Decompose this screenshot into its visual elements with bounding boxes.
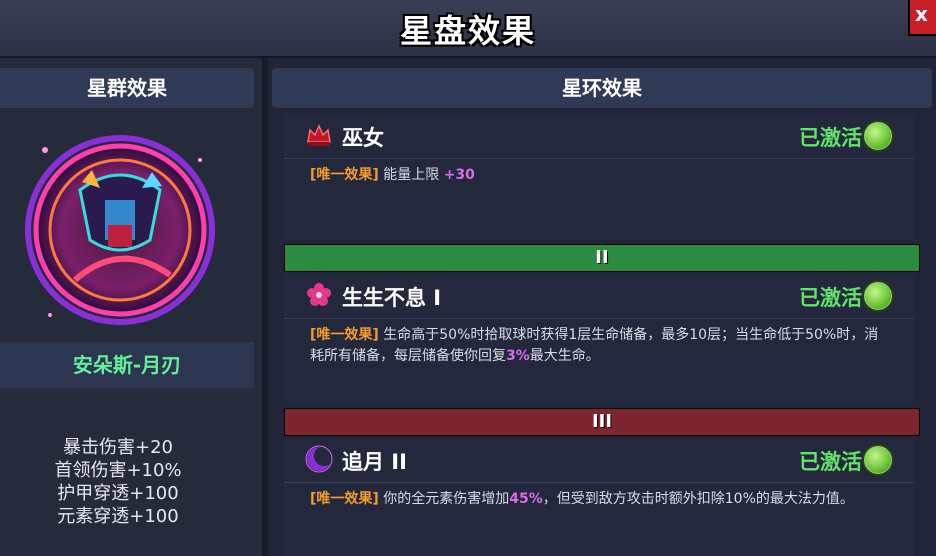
effect-value: +30 xyxy=(443,167,475,183)
active-gem-icon xyxy=(862,280,894,312)
crescent-moon-icon xyxy=(305,445,334,473)
crown-icon xyxy=(307,124,331,146)
window-title: 星盘效果 xyxy=(399,12,536,50)
effect-text: 能量上限 xyxy=(383,167,444,183)
effect-status: 已激活 xyxy=(799,450,862,474)
stat-line: 元素穿透+100 xyxy=(57,506,179,527)
effect-card: 生生不息 I 已激活 [唯一效果] 生命高于50%时拾取球时获得1层生命储备，最… xyxy=(284,274,914,404)
effect-card-header: 生生不息 I 已激活 xyxy=(284,274,914,319)
effect-description: [唯一效果] 你的全元素伤害增加45%，但受到敌方攻击时额外扣除10%的最大法力… xyxy=(284,483,914,516)
title-bar: 星盘效果 xyxy=(0,0,936,58)
effect-card: 追月 II 已激活 [唯一效果] 你的全元素伤害增加45%，但受到敌方攻击时额外… xyxy=(284,438,914,556)
effect-status: 已激活 xyxy=(799,126,862,150)
effect-text: 你的全元素伤害增加 xyxy=(383,491,510,507)
close-button[interactable]: x xyxy=(908,0,936,36)
stat-line: 首领伤害+10% xyxy=(54,460,182,481)
tier-band-label: III xyxy=(591,411,613,432)
active-gem-icon xyxy=(862,120,894,152)
constellation-header: 星群效果 xyxy=(0,68,254,108)
ring-effects-header-label: 星环效果 xyxy=(562,76,642,100)
unique-effect-tag: [唯一效果] xyxy=(310,327,379,343)
unique-effect-tag: [唯一效果] xyxy=(310,491,379,507)
effect-name: 巫女 xyxy=(342,126,384,150)
stat-line: 暴击伤害+20 xyxy=(63,437,173,458)
effect-card-header: 巫女 已激活 xyxy=(284,114,914,159)
effect-text: 最大生命。 xyxy=(529,348,600,364)
constellation-emblem-icon xyxy=(25,135,215,325)
effect-name: 生生不息 I xyxy=(342,286,442,310)
flower-icon xyxy=(307,283,331,306)
constellation-name: 安朵斯-月刃 xyxy=(72,353,182,377)
active-gem-icon xyxy=(862,444,894,476)
effect-card-header: 追月 II 已激活 xyxy=(284,438,914,483)
unique-effect-tag: [唯一效果] xyxy=(310,167,379,183)
effect-card: 巫女 已激活 [唯一效果] 能量上限 +30 xyxy=(284,114,914,240)
tier-band-label: II xyxy=(595,247,609,268)
effect-description: [唯一效果] 能量上限 +30 xyxy=(284,159,914,192)
ring-effects-panel: 星环效果 巫女 已激活 [唯一效果] 能量上限 +30 II 生生不息 I 已激… xyxy=(268,58,936,556)
effect-name: 追月 II xyxy=(342,450,407,474)
constellation-panel: 星群效果 安朵斯-月刃 暴击伤害+20 首领伤害+10% 护甲穿透+100 元素… xyxy=(0,58,262,556)
ring-effects-header: 星环效果 xyxy=(272,68,932,108)
effect-value: 45% xyxy=(509,491,543,507)
close-icon: x xyxy=(915,2,928,26)
constellation-header-label: 星群效果 xyxy=(87,76,167,100)
stat-line: 护甲穿透+100 xyxy=(57,483,179,504)
effect-description: [唯一效果] 生命高于50%时拾取球时获得1层生命储备，最多10层；当生命低于5… xyxy=(284,319,914,373)
tier-band-iii: III xyxy=(284,408,920,436)
effect-text: ，但受到敌方攻击时额外扣除10%的最大法力值。 xyxy=(542,491,854,507)
effect-status: 已激活 xyxy=(799,286,862,310)
tier-band-ii: II xyxy=(284,244,920,272)
constellation-stats: 暴击伤害+20 首领伤害+10% 护甲穿透+100 元素穿透+100 xyxy=(0,436,236,528)
effect-value: 3% xyxy=(506,348,530,364)
constellation-name-box: 安朵斯-月刃 xyxy=(0,342,254,388)
